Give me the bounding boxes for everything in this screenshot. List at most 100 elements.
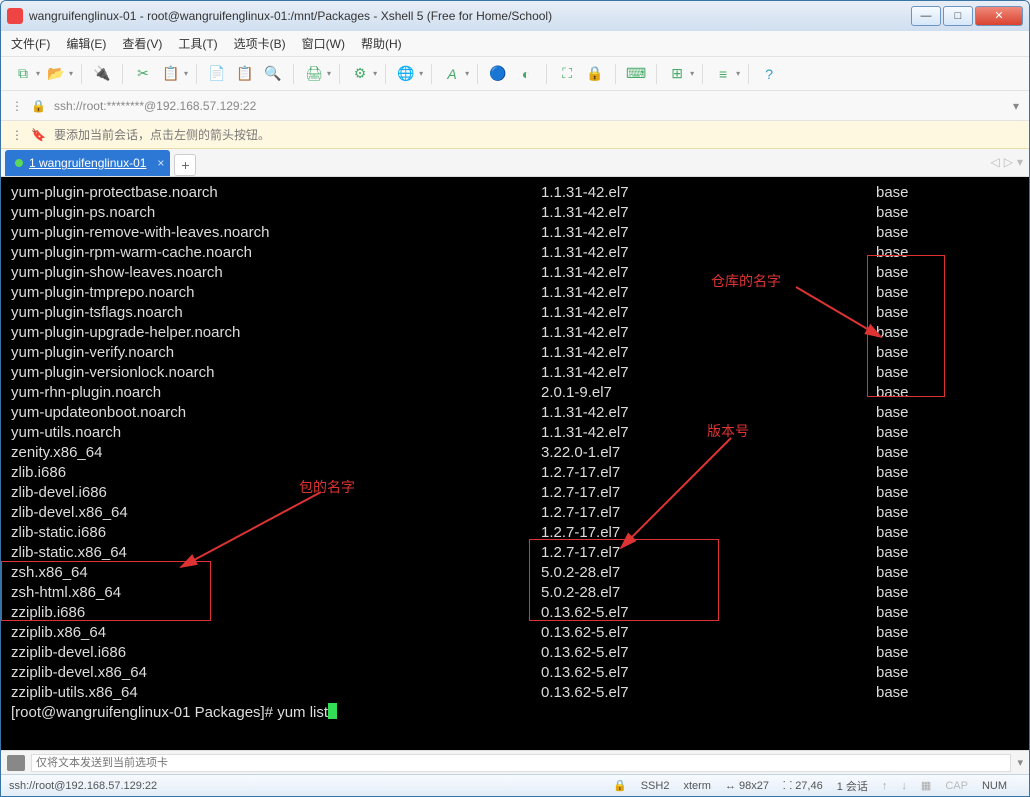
package-repo: base [876,323,1019,343]
package-version: 1.1.31-42.el7 [541,243,876,263]
session-tab[interactable]: 1 wangruifenglinux-01 × [5,150,170,176]
terminal-output[interactable]: yum-plugin-protectbase.noarch1.1.31-42.e… [1,177,1029,750]
copy-icon[interactable]: 📄 [205,62,229,86]
package-version: 1.1.31-42.el7 [541,403,876,423]
send-target-icon[interactable] [7,755,25,771]
package-name: yum-plugin-rpm-warm-cache.noarch [11,243,541,263]
package-name: zlib.i686 [11,463,541,483]
send-bar: ▾ [1,750,1029,774]
menubar: 文件(F) 编辑(E) 查看(V) 工具(T) 选项卡(B) 窗口(W) 帮助(… [1,31,1029,57]
bookmark-icon[interactable]: 🔖 [31,128,46,142]
package-repo: base [876,443,1019,463]
add-icon[interactable]: ⊞ [665,62,689,86]
keyboard-icon[interactable]: ⌨ [624,62,648,86]
search-icon[interactable]: 🔵 [486,62,510,86]
package-repo: base [876,663,1019,683]
up-icon[interactable]: ↑ [882,780,888,792]
print-icon[interactable]: 🖨 [302,62,326,86]
package-version: 1.2.7-17.el7 [541,543,876,563]
package-row: yum-plugin-ps.noarch1.1.31-42.el7base [11,203,1019,223]
package-name: yum-plugin-show-leaves.noarch [11,263,541,283]
reconnect-icon[interactable]: 🔌 [90,62,114,86]
down-icon[interactable]: ↓ [901,780,907,792]
package-repo: base [876,603,1019,623]
menu-help[interactable]: 帮助(H) [361,35,402,52]
globe-icon[interactable]: 🌐 [394,62,418,86]
dots-icon[interactable]: ⋮ [11,99,23,113]
package-version: 1.1.31-42.el7 [541,343,876,363]
package-version: 0.13.62-5.el7 [541,663,876,683]
package-repo: base [876,683,1019,703]
prompt-line[interactable]: [root@wangruifenglinux-01 Packages]# yum… [11,703,1019,723]
send-input[interactable] [31,754,1011,772]
package-row: yum-plugin-tmprepo.noarch1.1.31-42.el7ba… [11,283,1019,303]
menu-view[interactable]: 查看(V) [122,35,162,52]
settings-icon[interactable]: ⚙ [348,62,372,86]
package-name: zziplib-devel.x86_64 [11,663,541,683]
highlight-icon[interactable]: ◐ [514,62,538,86]
menu-window[interactable]: 窗口(W) [302,35,345,52]
package-row: yum-plugin-verify.noarch1.1.31-42.el7bas… [11,343,1019,363]
address-url[interactable]: ssh://root:********@192.168.57.129:22 [54,99,1005,113]
package-repo: base [876,503,1019,523]
dots-icon[interactable]: ⋮ [11,128,23,142]
tab-menu-icon[interactable]: ▾ [1017,155,1023,169]
tab-next-icon[interactable]: ▷ [1004,155,1013,169]
package-version: 1.1.31-42.el7 [541,203,876,223]
status-conn: ssh://root@192.168.57.129:22 [9,780,157,792]
package-row: zenity.x86_643.22.0-1.el7base [11,443,1019,463]
package-repo: base [876,583,1019,603]
close-button[interactable]: ✕ [975,6,1023,26]
package-row: yum-updateonboot.noarch1.1.31-42.el7base [11,403,1019,423]
new-session-icon[interactable]: ⧉ [11,62,35,86]
package-name: zlib-static.x86_64 [11,543,541,563]
paste-icon[interactable]: 📋 [233,62,257,86]
package-version: 1.1.31-42.el7 [541,363,876,383]
package-version: 1.1.31-42.el7 [541,283,876,303]
package-name: zsh-html.x86_64 [11,583,541,603]
menu-file[interactable]: 文件(F) [11,35,50,52]
menu-tabs[interactable]: 选项卡(B) [234,35,286,52]
package-version: 1.1.31-42.el7 [541,323,876,343]
package-name: yum-plugin-upgrade-helper.noarch [11,323,541,343]
new-tab-button[interactable]: + [174,154,196,176]
tile-icon[interactable]: ▦ [921,779,931,792]
package-repo: base [876,303,1019,323]
package-repo: base [876,383,1019,403]
open-folder-icon[interactable]: 📂 [44,62,68,86]
maximize-button[interactable]: □ [943,6,973,26]
package-row: zlib.i6861.2.7-17.el7base [11,463,1019,483]
package-row: yum-plugin-upgrade-helper.noarch1.1.31-4… [11,323,1019,343]
package-repo: base [876,623,1019,643]
package-name: yum-plugin-remove-with-leaves.noarch [11,223,541,243]
help-icon[interactable]: ? [757,62,781,86]
fullscreen-icon[interactable]: ⛶ [555,62,579,86]
resize-icon: ↔ [725,780,739,792]
package-row: yum-plugin-versionlock.noarch1.1.31-42.e… [11,363,1019,383]
package-row: yum-plugin-rpm-warm-cache.noarch1.1.31-4… [11,243,1019,263]
package-name: yum-plugin-tmprepo.noarch [11,283,541,303]
properties-icon[interactable]: 📋 [159,62,183,86]
font-icon[interactable]: A [440,62,464,86]
list-icon[interactable]: ≡ [711,62,735,86]
menu-edit[interactable]: 编辑(E) [66,35,106,52]
tab-close-icon[interactable]: × [157,156,164,170]
package-version: 1.1.31-42.el7 [541,263,876,283]
package-row: zziplib.i6860.13.62-5.el7base [11,603,1019,623]
menu-tools[interactable]: 工具(T) [178,35,217,52]
disconnect-icon[interactable]: ✂ [131,62,155,86]
tab-prev-icon[interactable]: ◁ [991,155,1000,169]
package-name: yum-utils.noarch [11,423,541,443]
package-name: zenity.x86_64 [11,443,541,463]
package-repo: base [876,283,1019,303]
package-repo: base [876,643,1019,663]
status-size: 98x27 [739,780,769,792]
package-version: 5.0.2-28.el7 [541,583,876,603]
address-dropdown-icon[interactable]: ▾ [1013,99,1019,113]
package-name: yum-plugin-ps.noarch [11,203,541,223]
minimize-button[interactable]: — [911,6,941,26]
send-dropdown-icon[interactable]: ▾ [1017,756,1023,769]
find-icon[interactable]: 🔍 [261,62,285,86]
lock-icon[interactable]: 🔒 [583,62,607,86]
package-version: 5.0.2-28.el7 [541,563,876,583]
